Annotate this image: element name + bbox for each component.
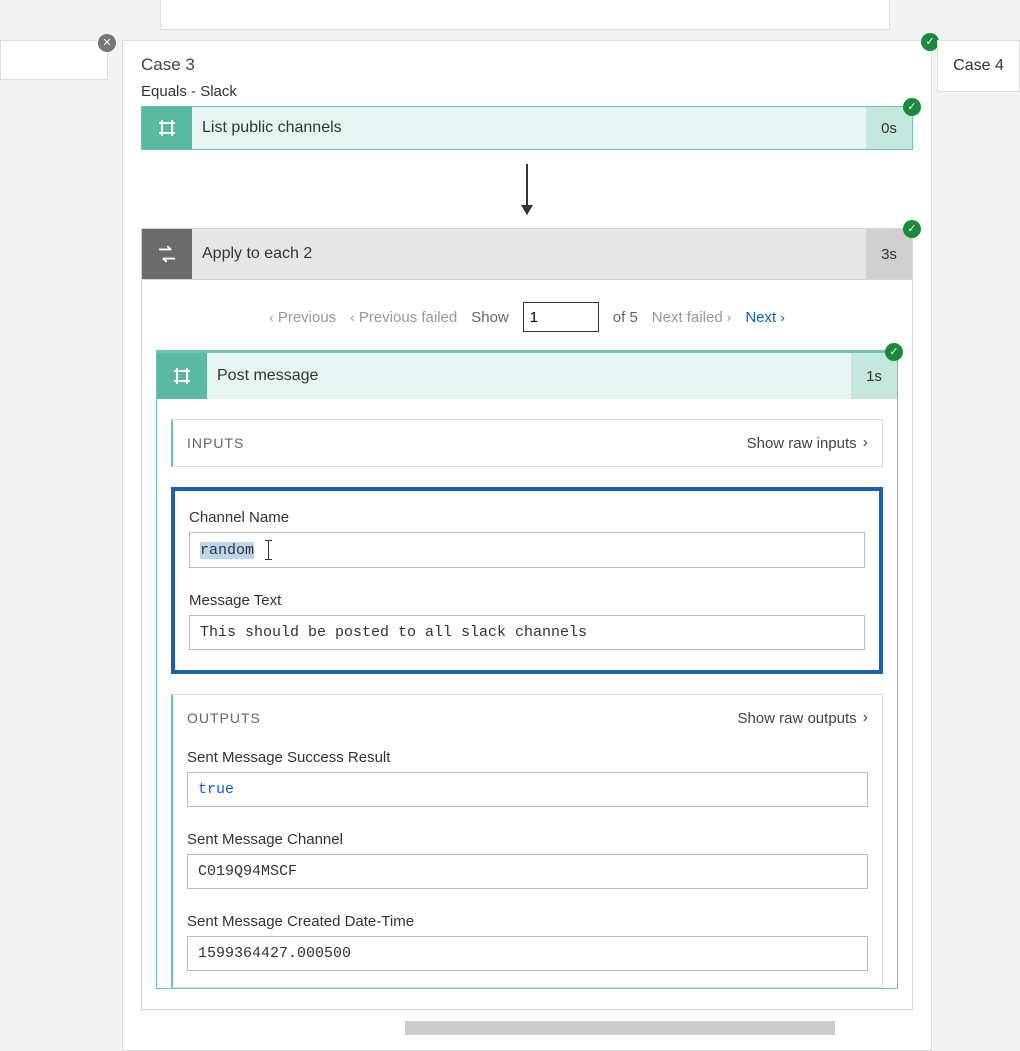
pager-next[interactable]: Next›: [745, 309, 785, 326]
section-title: OUTPUTS: [187, 710, 261, 726]
case-title: Case 3: [123, 41, 931, 83]
output-created-label: Sent Message Created Date-Time: [187, 913, 868, 930]
check-icon: ✓: [885, 343, 903, 361]
pager-of-label: of 5: [613, 309, 638, 326]
case-card-next[interactable]: Case 4: [937, 40, 1020, 92]
loop-apply-to-each: ✓ Apply to each 2 3s ‹Previous ‹Previous…: [141, 228, 913, 1010]
outputs-section: OUTPUTS Show raw outputs › Sent Message S…: [171, 694, 883, 988]
output-success-label: Sent Message Success Result: [187, 749, 868, 766]
loop-icon: [142, 229, 192, 279]
pager-next-failed-label: Next failed: [652, 309, 723, 326]
pager: ‹Previous ‹Previous failed Show of 5 Nex…: [156, 292, 898, 350]
loop-header[interactable]: Apply to each 2 3s: [141, 228, 913, 280]
inputs-section: INPUTS Show raw inputs ›: [171, 419, 883, 467]
output-channel-value[interactable]: C019Q94MSCF: [187, 854, 868, 889]
loop-timing: 3s: [866, 229, 912, 279]
channel-name-label: Channel Name: [189, 509, 865, 526]
raw-inputs-label: Show raw inputs: [747, 435, 857, 452]
message-text-value[interactable]: This should be posted to all slack chann…: [189, 615, 865, 650]
scrollbar[interactable]: [405, 1021, 835, 1035]
text-cursor-icon: [268, 541, 269, 559]
raw-outputs-label: Show raw outputs: [737, 710, 856, 727]
case-card: ✓ Case 3 Equals - Slack ✓ List public ch…: [122, 40, 932, 1051]
pager-prev-failed-label: Previous failed: [359, 309, 457, 326]
action-header[interactable]: Post message 1s: [157, 353, 897, 399]
chevron-right-icon: ›: [863, 434, 868, 452]
chevron-right-icon: ›: [727, 309, 732, 325]
output-success-value[interactable]: true: [187, 772, 868, 807]
pager-previous[interactable]: ‹Previous: [269, 309, 336, 326]
arrow-down-icon: [526, 164, 528, 214]
loop-label: Apply to each 2: [192, 229, 866, 279]
show-raw-outputs[interactable]: Show raw outputs ›: [737, 709, 868, 727]
section-title: INPUTS: [187, 435, 244, 451]
action-label: Post message: [207, 353, 851, 399]
output-channel-label: Sent Message Channel: [187, 831, 868, 848]
close-icon[interactable]: ✕: [98, 34, 116, 52]
pager-input[interactable]: [523, 302, 599, 332]
pager-next-label: Next: [745, 309, 776, 326]
chevron-left-icon: ‹: [350, 309, 355, 325]
pager-previous-failed[interactable]: ‹Previous failed: [350, 309, 457, 326]
pager-next-failed[interactable]: Next failed›: [652, 309, 732, 326]
chevron-right-icon: ›: [780, 309, 785, 325]
chevron-left-icon: ‹: [269, 309, 274, 325]
message-text-label: Message Text: [189, 592, 865, 609]
connector-label: Equals - Slack: [123, 83, 931, 106]
pager-prev-label: Previous: [278, 309, 336, 326]
channel-name-text: random: [200, 542, 254, 559]
show-raw-inputs[interactable]: Show raw inputs ›: [747, 434, 868, 452]
action-list-channels[interactable]: ✓ List public channels 0s: [141, 106, 913, 150]
chevron-right-icon: ›: [863, 709, 868, 727]
slack-icon: [142, 107, 192, 149]
action-label: List public channels: [192, 107, 866, 149]
output-success-text: true: [198, 781, 234, 798]
check-icon: ✓: [903, 220, 921, 238]
check-icon: ✓: [903, 98, 921, 116]
inputs-body-highlight: Channel Name random Message Text This sh…: [171, 487, 883, 674]
action-post-message: ✓ Post message 1s INPUTS Show raw inputs…: [156, 350, 898, 989]
slack-icon: [157, 353, 207, 399]
channel-name-value[interactable]: random: [189, 532, 865, 568]
pager-show-label: Show: [471, 309, 509, 326]
output-created-value[interactable]: 1599364427.000500: [187, 936, 868, 971]
